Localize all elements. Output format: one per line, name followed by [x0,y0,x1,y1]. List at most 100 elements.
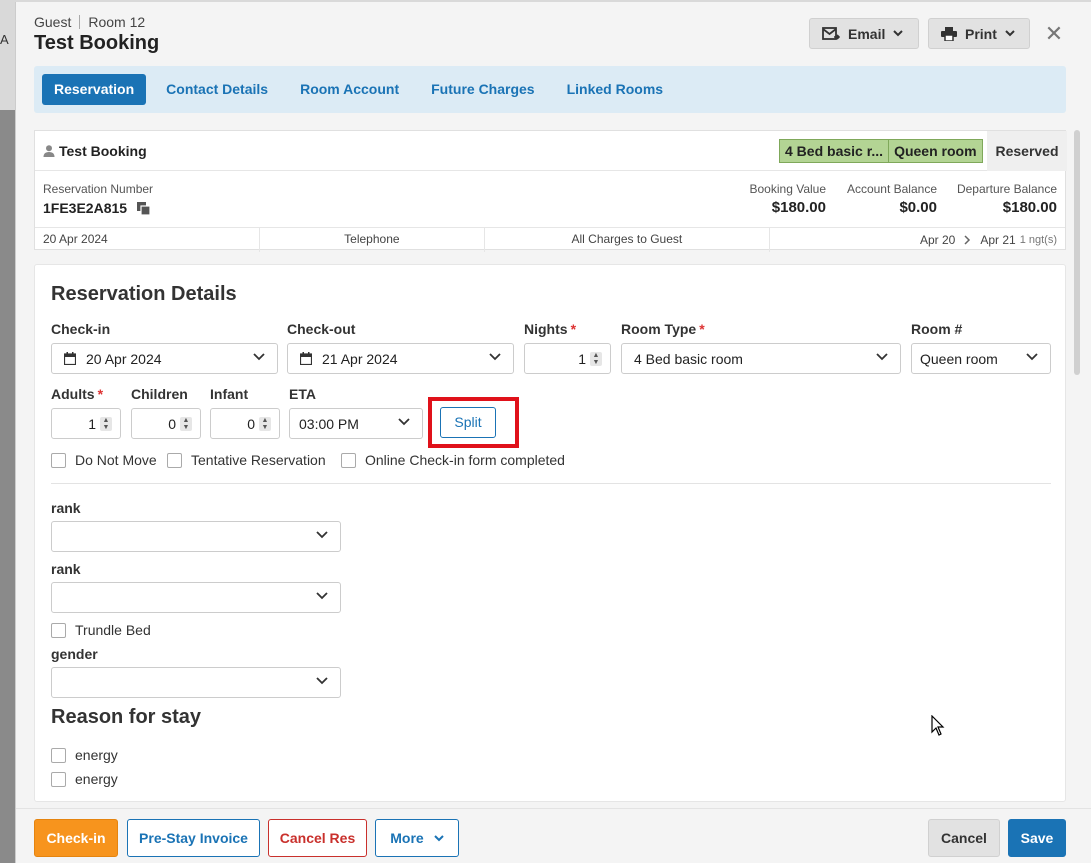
save-button[interactable]: Save [1008,819,1066,857]
backdrop-text: A [0,32,9,47]
gender-label: gender [51,646,98,662]
more-button[interactable]: More [375,819,459,857]
departure-balance: Departure Balance $180.00 [957,182,1057,216]
cancel-button[interactable]: Cancel [928,819,1000,857]
gender-select[interactable] [51,667,341,698]
booking-modal: Guest Room 12 Test Booking Email Print ✕… [15,2,1091,863]
date-to: Apr 21 [980,233,1016,247]
rank-select[interactable] [51,521,341,552]
booking-value: Booking Value $180.00 [750,182,827,216]
do-not-move-label: Do Not Move [75,452,157,468]
rank-label: rank [51,561,81,577]
chevron-down-icon [316,677,328,685]
calendar-icon [64,352,76,365]
adults-value: 1 [88,415,96,432]
checkbox[interactable] [51,452,66,468]
scrollbar[interactable] [1074,130,1080,375]
modal-footer: Check-in Pre-Stay Invoice Cancel Res Mor… [16,808,1091,863]
checkout-date-field[interactable]: 21 Apr 2024 [287,343,514,374]
checkbox[interactable] [167,452,182,468]
tab-room-account[interactable]: Room Account [284,74,415,105]
do-not-move-checkbox[interactable]: Do Not Move [51,452,157,468]
email-icon [822,26,840,40]
calendar-icon [300,352,312,365]
stay-dates: Apr 20 Apr 21 1 ngt(s) [770,228,1065,252]
departure-balance-label: Departure Balance [956,182,1057,196]
checkbox[interactable] [51,771,66,787]
chevron-down-icon [1005,30,1015,37]
more-label: More [390,830,424,846]
modal-header: Guest Room 12 Test Booking [34,14,159,55]
nights-label: Nights * [524,321,577,337]
room-tags: 4 Bed basic r... Queen room [779,139,983,163]
stepper-arrows-icon[interactable]: ▲ ▼ [100,417,112,431]
adults-stepper[interactable]: 1 ▲ ▼ [51,408,121,439]
online-checkin-checkbox[interactable]: Online Check-in form completed [341,452,565,468]
stepper-arrows-icon[interactable]: ▲ ▼ [180,417,192,431]
checkin-value: 20 Apr 2024 [86,350,162,367]
tab-linked-rooms[interactable]: Linked Rooms [551,74,679,105]
eta-select[interactable]: 03:00 PM [289,408,423,439]
tab-bar: Reservation Contact Details Room Account… [34,66,1066,113]
checkin-date-field[interactable]: 20 Apr 2024 [51,343,278,374]
stepper-arrows-icon[interactable]: ▲ ▼ [590,352,602,366]
rank-select[interactable] [51,582,341,613]
reason-for-stay-title: Reason for stay [51,706,202,728]
infant-stepper[interactable]: 0 ▲ ▼ [210,408,280,439]
checkout-label: Check-out [287,321,356,337]
room-number-label: Room # [911,321,963,337]
online-checkin-label: Online Check-in form completed [365,452,565,468]
date-from: Apr 20 [920,233,956,247]
chevron-down-icon [434,834,444,841]
room-type-value: 4 Bed basic room [634,350,743,367]
checkbox[interactable] [51,622,66,638]
children-label: Children [131,386,188,402]
reason-checkbox[interactable]: energy [51,771,118,787]
copy-icon[interactable] [137,201,151,215]
reason-label: energy [75,747,118,763]
tab-reservation[interactable]: Reservation [42,74,147,105]
chevron-right-icon [964,235,971,245]
room-type-select[interactable]: 4 Bed basic room [621,343,901,374]
trundle-bed-checkbox[interactable]: Trundle Bed [51,622,151,638]
tentative-checkbox[interactable]: Tentative Reservation [167,452,326,468]
divider [51,483,1051,484]
room-type-tag: 4 Bed basic r... [785,143,884,159]
eta-value: 03:00 PM [299,415,359,432]
reason-checkbox[interactable]: energy [51,747,118,763]
chevron-down-icon [489,353,501,361]
checkin-label: Check-in [51,321,111,337]
checkbox[interactable] [341,452,356,468]
chevron-down-icon [316,531,328,539]
infant-label: Infant [210,386,249,402]
account-balance-label: Account Balance [846,182,937,196]
reservation-number-value: 1FE3E2A815 [43,200,128,216]
tentative-label: Tentative Reservation [191,452,326,468]
room-type-label: Room Type * [621,321,705,337]
print-button[interactable]: Print [928,18,1030,49]
booking-value-label: Booking Value [749,182,827,196]
close-icon[interactable]: ✕ [1044,22,1064,46]
children-stepper[interactable]: 0 ▲ ▼ [131,408,201,439]
guest-label: Guest [34,14,72,30]
reservation-number: 1FE3E2A815 [43,200,151,216]
tab-contact-details[interactable]: Contact Details [150,74,284,105]
charges-mode: All Charges to Guest [485,228,770,252]
room-number-value: Queen room [920,350,998,367]
room-number-select[interactable]: Queen room [911,343,1051,374]
stepper-arrows-icon[interactable]: ▲ ▼ [259,417,271,431]
reason-label: energy [75,771,118,787]
section-title: Reservation Details [51,283,237,305]
rank-label: rank [51,500,81,516]
checkbox[interactable] [51,747,66,763]
nights-count: 1 ngt(s) [1019,234,1058,246]
email-button[interactable]: Email [809,18,919,49]
tab-future-charges[interactable]: Future Charges [415,74,550,105]
nights-stepper[interactable]: 1 ▲ ▼ [524,343,611,374]
chevron-down-icon [876,353,888,361]
email-label: Email [848,25,886,42]
checkin-button[interactable]: Check-in [34,819,118,857]
cancel-res-button[interactable]: Cancel Res [268,819,367,857]
highlight-box [428,397,519,448]
pre-stay-invoice-button[interactable]: Pre-Stay Invoice [127,819,260,857]
